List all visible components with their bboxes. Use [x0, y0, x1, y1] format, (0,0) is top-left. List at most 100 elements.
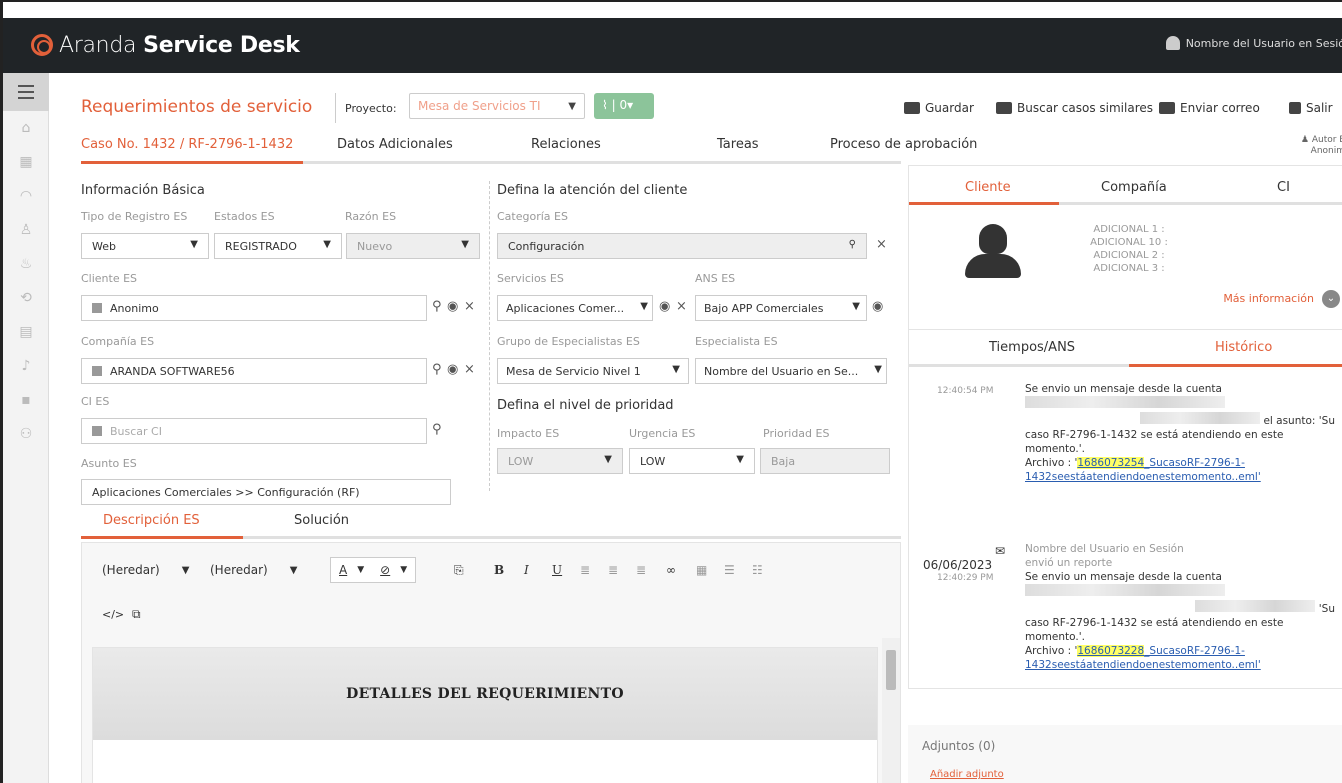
underline-icon[interactable]: U	[552, 557, 562, 583]
chevron-down-icon: ▼	[874, 364, 882, 375]
headset-icon[interactable]: ◠	[3, 179, 49, 213]
attachment-link[interactable]: 1686073254_SucasoRF-2796-1-	[1077, 457, 1245, 469]
chevron-down-icon: ▼	[181, 564, 190, 576]
project-select[interactable]: Mesa de Servicios TI ▼	[409, 93, 585, 119]
link-icon[interactable]: ∞	[666, 557, 676, 583]
tab-datos-adicionales[interactable]: Datos Adicionales	[337, 137, 453, 152]
basic-info-title: Información Básica	[81, 183, 205, 198]
urgencia-select[interactable]: LOW ▼	[629, 448, 755, 474]
attachment-name: _SucasoRF-2796-1-	[1144, 645, 1245, 657]
alert-icon[interactable]: ♨	[3, 247, 49, 281]
tipo-select[interactable]: Web ▼	[81, 233, 209, 259]
unordered-list-icon[interactable]: ☷	[752, 557, 763, 583]
chevron-down-icon: ▼	[190, 239, 198, 250]
tab-relaciones[interactable]: Relaciones	[531, 137, 601, 152]
filter-icon	[92, 303, 102, 313]
search-icon[interactable]: ⚲	[432, 362, 442, 377]
impacto-select[interactable]: LOW ▼	[497, 448, 623, 474]
ordered-list-icon[interactable]: ☰	[724, 557, 735, 583]
save-button[interactable]: Guardar	[904, 101, 974, 115]
grupo-select[interactable]: Mesa de Servicio Nivel 1 ▼	[497, 358, 689, 384]
report-icon[interactable]: ▤	[3, 315, 49, 349]
paste-icon[interactable]: ⎘	[454, 557, 464, 583]
tipo-label: Tipo de Registro ES	[81, 210, 188, 223]
tab-cliente[interactable]: Cliente	[965, 180, 1011, 195]
editor-scrollbar[interactable]	[882, 638, 900, 783]
filter-icon	[92, 426, 102, 436]
tab-proceso-aprobacion[interactable]: Proceso de aprobación	[830, 137, 977, 152]
search-icon[interactable]: ⚲	[432, 422, 442, 437]
cliente-field[interactable]: Anonimo	[81, 295, 427, 321]
italic-icon[interactable]: I	[524, 557, 529, 583]
tab-ci[interactable]: CI	[1277, 180, 1290, 195]
rss-count: 0	[619, 98, 628, 112]
tab-compania[interactable]: Compañía	[1101, 180, 1167, 195]
tab-solucion[interactable]: Solución	[294, 513, 349, 528]
attachment-link[interactable]: 1686073228_SucasoRF-2796-1-	[1077, 645, 1245, 657]
close-icon[interactable]: ×	[464, 299, 475, 314]
tab-tareas[interactable]: Tareas	[717, 137, 759, 152]
especialista-select[interactable]: Nombre del Usuario en Se... ▼	[695, 358, 887, 384]
chevron-down-icon[interactable]: ⌄	[1322, 290, 1340, 308]
align-left-icon[interactable]: ≣	[580, 557, 590, 583]
highlight-icon[interactable]: ⊘	[380, 563, 390, 577]
save-icon[interactable]: ▪	[3, 383, 49, 417]
font-size-select[interactable]: (Heredar) ▼	[210, 557, 297, 583]
more-info-link[interactable]: Más información	[1223, 292, 1314, 305]
exit-button[interactable]: Salir	[1289, 101, 1333, 115]
bell-icon[interactable]: ♪	[3, 349, 49, 383]
ans-select[interactable]: Bajo APP Comerciales ▼	[695, 295, 867, 321]
attachment-link[interactable]: 1432seestáatendiendoenestemomento..eml'	[1025, 659, 1261, 671]
eye-icon[interactable]: ◉	[447, 299, 458, 314]
asunto-field[interactable]: Aplicaciones Comerciales >> Configuració…	[81, 479, 451, 505]
eye-icon[interactable]: ◉	[659, 299, 670, 314]
font-family-select[interactable]: (Heredar) ▼	[102, 557, 189, 583]
servicios-select[interactable]: Aplicaciones Comer... ▼	[497, 295, 653, 321]
history-text: caso RF-2796-1-1432 se está atendiendo e…	[1025, 617, 1284, 629]
search-icon[interactable]: ⚲	[432, 299, 442, 314]
tab-caso[interactable]: Caso No. 1432 / RF-2796-1-1432	[81, 137, 293, 152]
align-center-icon[interactable]: ≣	[608, 557, 618, 583]
add-attachment-link[interactable]: Añadir adjunto	[930, 769, 1004, 780]
attachments-title: Adjuntos (0)	[922, 739, 996, 753]
estados-select[interactable]: REGISTRADO ▼	[214, 233, 342, 259]
close-icon[interactable]: ×	[676, 299, 687, 314]
tab-descripcion[interactable]: Descripción ES	[103, 513, 200, 528]
align-right-icon[interactable]: ≣	[636, 557, 646, 583]
fullscreen-icon[interactable]: ⧉	[132, 601, 141, 627]
font-color-button[interactable]: A ▼ ⊘ ▼	[330, 557, 417, 583]
send-email-button[interactable]: Enviar correo	[1159, 101, 1260, 115]
compania-field[interactable]: ARANDA SOFTWARE56	[81, 358, 427, 384]
code-icon[interactable]: </>	[102, 601, 124, 627]
eye-icon[interactable]: ◉	[447, 362, 458, 377]
users-icon[interactable]: ⚇	[3, 417, 49, 451]
author-icon: ♟	[1300, 135, 1309, 145]
user-menu[interactable]: Nombre del Usuario en Sesió	[1165, 36, 1342, 50]
similar-cases-button[interactable]: Buscar casos similares	[996, 101, 1153, 115]
bold-icon[interactable]: B	[494, 557, 504, 583]
close-icon[interactable]: ×	[464, 362, 475, 377]
chevron-down-icon: ▼	[461, 239, 469, 250]
editor-document[interactable]: DETALLES DEL REQUERIMIENTO	[92, 647, 878, 783]
email-icon: ✉	[994, 544, 1005, 558]
rss-button[interactable]: ⌇ | 0▾	[594, 93, 654, 119]
home-icon[interactable]: ⌂	[3, 111, 49, 145]
tab-historico[interactable]: Histórico	[1215, 340, 1272, 355]
razon-value: Nuevo	[357, 240, 393, 253]
ci-field[interactable]: Buscar CI	[81, 418, 427, 444]
razon-select[interactable]: Nuevo ▼	[346, 233, 480, 259]
close-icon[interactable]: ×	[876, 237, 887, 252]
table-icon[interactable]: ▦	[696, 557, 707, 583]
dashboard-icon[interactable]: ▦	[3, 145, 49, 179]
history-text: Se envio un mensaje desde la cuenta	[1025, 383, 1222, 395]
categoria-field[interactable]: Configuración ⚲	[497, 233, 867, 259]
history-text: momento.'.	[1025, 631, 1085, 643]
hamburger-menu-icon[interactable]	[3, 73, 49, 111]
font-color-icon: A	[339, 563, 348, 577]
eye-icon[interactable]: ◉	[872, 299, 883, 314]
attachment-link[interactable]: 1432seestáatendiendoenestemomento..eml'	[1025, 471, 1261, 483]
tab-tiempos-ans[interactable]: Tiempos/ANS	[989, 340, 1075, 355]
refresh-icon[interactable]: ⟲	[3, 281, 49, 315]
atencion-title: Defina la atención del cliente	[497, 183, 688, 198]
person-icon[interactable]: ♙	[3, 213, 49, 247]
